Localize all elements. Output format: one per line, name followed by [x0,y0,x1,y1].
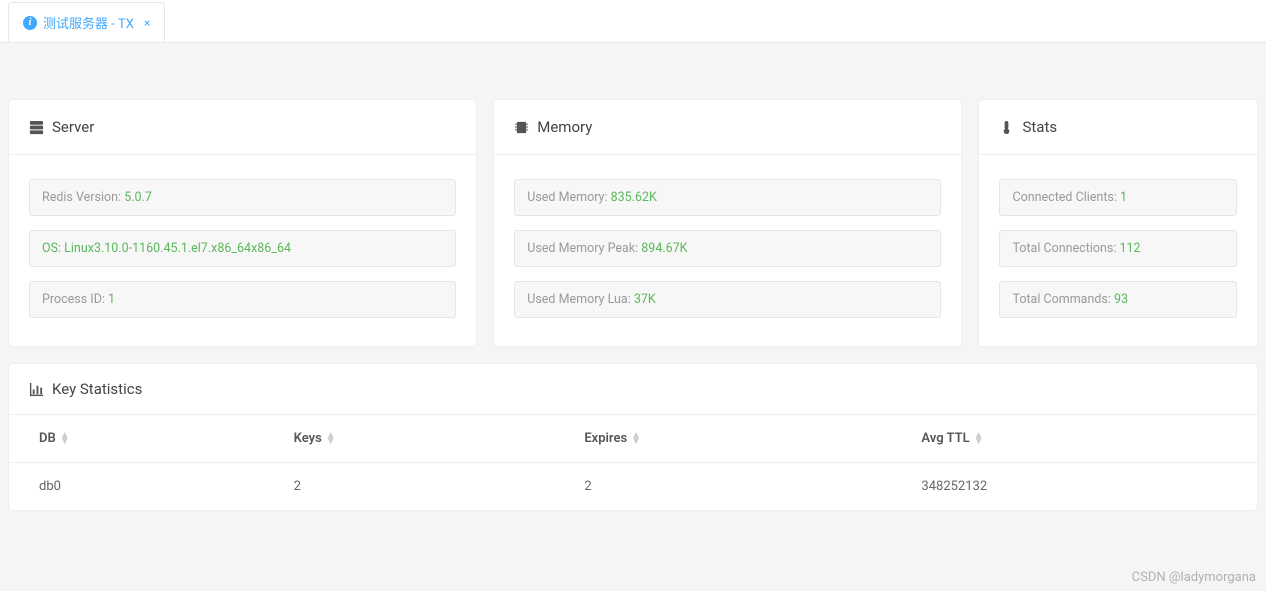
stat-row: Connected Clients: 1 [999,179,1237,216]
tabs-bar: i 测试服务器 - TX × [0,0,1266,43]
stat-label: OS: [42,241,64,256]
stat-label: Used Memory: [527,190,610,205]
table-row[interactable]: db0 2 2 348252132 [9,463,1257,511]
card-memory-body: Used Memory: 835.62K Used Memory Peak: 8… [494,155,961,346]
stat-value: 1 [1120,190,1127,205]
col-db[interactable]: DB▲▼ [9,415,264,463]
info-icon: i [23,16,37,30]
stat-value: 894.67K [641,241,687,256]
stat-value: 112 [1119,241,1140,256]
stat-value: 1 [108,292,115,307]
stat-row: Total Commands: 93 [999,281,1237,318]
card-server: Server Redis Version: 5.0.7 OS: Linux3.1… [8,99,477,347]
stat-row: Used Memory Peak: 894.67K [514,230,941,267]
stat-row: Process ID: 1 [29,281,456,318]
stat-row: Used Memory: 835.62K [514,179,941,216]
sort-icon: ▲▼ [60,433,70,445]
card-stats: Stats Connected Clients: 1 Total Connect… [978,99,1258,347]
cards-row: Server Redis Version: 5.0.7 OS: Linux3.1… [0,43,1266,363]
keystats-header: Key Statistics [9,364,1257,415]
memory-icon [514,120,529,135]
tab-label: 测试服务器 - TX [43,13,134,32]
card-stats-body: Connected Clients: 1 Total Connections: … [979,155,1257,346]
stat-value: Linux3.10.0-1160.45.1.el7.x86_64x86_64 [64,241,291,256]
tab-server[interactable]: i 测试服务器 - TX × [8,2,165,42]
stat-label: Used Memory Lua: [527,292,634,307]
cell-avgttl: 348252132 [891,463,1257,511]
close-icon[interactable]: × [144,16,150,30]
stat-label: Used Memory Peak: [527,241,641,256]
card-server-header: Server [9,100,476,155]
card-server-body: Redis Version: 5.0.7 OS: Linux3.10.0-116… [9,155,476,346]
stat-label: Process ID: [42,292,108,307]
table-header-row: DB▲▼ Keys▲▼ Expires▲▼ Avg TTL▲▼ [9,415,1257,463]
watermark: CSDN @ladymorgana [1132,570,1256,585]
col-keys[interactable]: Keys▲▼ [264,415,555,463]
stat-value: 93 [1114,292,1128,307]
card-key-statistics: Key Statistics DB▲▼ Keys▲▼ Expires▲▼ Avg… [8,363,1258,511]
cell-expires: 2 [554,463,891,511]
stat-label: Connected Clients: [1012,190,1120,205]
bar-chart-icon [29,382,44,397]
card-memory: Memory Used Memory: 835.62K Used Memory … [493,99,962,347]
stat-label: Redis Version: [42,190,124,205]
keystats-title: Key Statistics [52,380,142,398]
card-stats-header: Stats [979,100,1257,155]
stat-label: Total Connections: [1012,241,1119,256]
col-avgttl[interactable]: Avg TTL▲▼ [891,415,1257,463]
stat-row: Redis Version: 5.0.7 [29,179,456,216]
card-memory-title: Memory [537,118,592,136]
stat-value: 5.0.7 [124,190,152,205]
cell-keys: 2 [264,463,555,511]
thermometer-icon [999,120,1014,135]
card-stats-title: Stats [1022,118,1057,136]
sort-icon: ▲▼ [326,433,336,445]
stat-row: OS: Linux3.10.0-1160.45.1.el7.x86_64x86_… [29,230,456,267]
stat-row: Used Memory Lua: 37K [514,281,941,318]
card-server-title: Server [52,118,94,136]
stat-value: 835.62K [611,190,657,205]
sort-icon: ▲▼ [631,433,641,445]
stat-value: 37K [634,292,656,307]
cell-db: db0 [9,463,264,511]
stat-row: Total Connections: 112 [999,230,1237,267]
sort-icon: ▲▼ [974,433,984,445]
server-icon [29,120,44,135]
col-expires[interactable]: Expires▲▼ [554,415,891,463]
card-memory-header: Memory [494,100,961,155]
keystats-table: DB▲▼ Keys▲▼ Expires▲▼ Avg TTL▲▼ db0 2 2 … [9,415,1257,510]
stat-label: Total Commands: [1012,292,1114,307]
